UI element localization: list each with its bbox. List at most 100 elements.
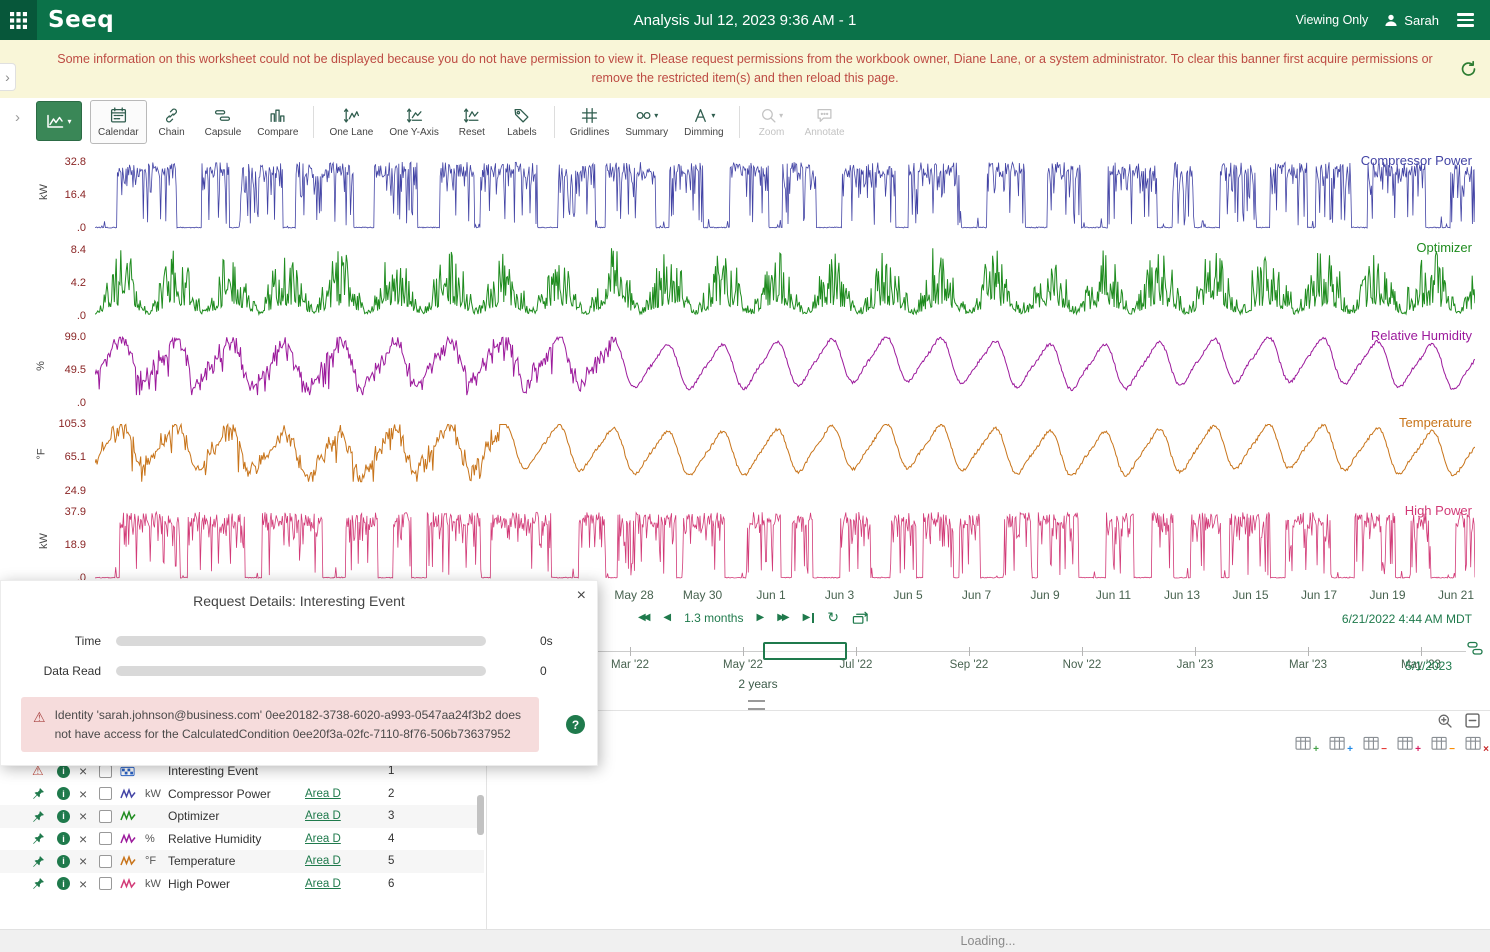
- row-asset-link[interactable]: Area D: [305, 878, 388, 890]
- window-duration-label[interactable]: 1.3 months: [684, 611, 743, 625]
- fast-forward-icon[interactable]: ▶▶: [777, 612, 789, 623]
- toolbar-button-capsule[interactable]: Capsule: [197, 100, 250, 144]
- row-asset-link[interactable]: Area D: [305, 788, 388, 800]
- row-asset-link[interactable]: Area D: [305, 855, 388, 867]
- pin-icon[interactable]: [32, 832, 57, 845]
- row-asset-link[interactable]: Area D: [305, 833, 388, 845]
- pin-icon[interactable]: [32, 810, 57, 823]
- x-axis-label: Jun 13: [1164, 588, 1200, 602]
- close-icon[interactable]: ×: [577, 587, 586, 605]
- toolbar-button-dimming[interactable]: ▾Dimming: [676, 100, 731, 144]
- toolbar-button-calendar[interactable]: Calendar: [90, 100, 147, 144]
- help-icon[interactable]: ?: [566, 715, 585, 734]
- trend-signal-temperature[interactable]: [95, 410, 1475, 497]
- info-icon[interactable]: i: [57, 832, 79, 845]
- toolbar-button-summary[interactable]: ▾Summary: [617, 100, 676, 144]
- row-name[interactable]: Relative Humidity: [168, 832, 305, 846]
- trend-signal-relative-humidity[interactable]: [95, 323, 1475, 410]
- pin-icon[interactable]: [32, 787, 57, 800]
- timeline-selection-handle[interactable]: [763, 642, 847, 660]
- fast-rewind-icon[interactable]: ◀◀: [638, 612, 650, 623]
- app-switcher-button[interactable]: [0, 0, 37, 40]
- user-menu[interactable]: Sarah: [1384, 13, 1439, 28]
- details-scrollbar[interactable]: [477, 795, 484, 835]
- toolbar-separator: [554, 106, 555, 138]
- row-unit: °F: [145, 855, 168, 867]
- trend-view-button[interactable]: ▾: [36, 101, 82, 141]
- toolbar-button-reset[interactable]: Reset: [447, 100, 497, 144]
- capsule-time-icon[interactable]: [1467, 641, 1483, 656]
- skip-to-now-icon[interactable]: ▶: [803, 612, 815, 623]
- panel-resize-grip[interactable]: [748, 700, 765, 710]
- capsule-icon: [214, 107, 231, 124]
- info-icon[interactable]: i: [57, 765, 79, 778]
- info-icon[interactable]: i: [57, 810, 79, 823]
- remove-icon[interactable]: ×: [79, 808, 99, 824]
- viewing-only-status[interactable]: Viewing Only: [1296, 13, 1369, 27]
- step-back-icon[interactable]: ◀: [663, 612, 671, 623]
- row-checkbox[interactable]: [99, 765, 120, 778]
- timeline-label: Mar '22: [611, 659, 649, 671]
- row-checkbox[interactable]: [99, 810, 120, 823]
- duplicate-range-icon[interactable]: [852, 611, 869, 625]
- reload-page-icon[interactable]: [1460, 61, 1477, 78]
- row-checkbox[interactable]: [99, 832, 120, 845]
- table-action-icon-5[interactable]: −: [1431, 736, 1450, 751]
- table-action-icon-2[interactable]: +: [1329, 736, 1348, 751]
- row-name[interactable]: Interesting Event: [168, 764, 305, 778]
- waffle-icon: [10, 12, 27, 29]
- info-icon[interactable]: i: [57, 877, 79, 890]
- table-action-icon-4[interactable]: +: [1397, 736, 1416, 751]
- table-action-icon-1[interactable]: +: [1295, 736, 1314, 751]
- info-icon[interactable]: i: [57, 855, 79, 868]
- row-name[interactable]: Temperature: [168, 854, 305, 868]
- row-name[interactable]: Compressor Power: [168, 787, 305, 801]
- expand-toolbar-chevron[interactable]: ›: [15, 109, 20, 126]
- trend-signal-compressor-power[interactable]: [95, 148, 1475, 235]
- remove-icon[interactable]: ×: [79, 853, 99, 869]
- remove-icon[interactable]: ×: [79, 876, 99, 892]
- info-icon[interactable]: i: [57, 787, 79, 800]
- detail-row-compressor-power: i×kWCompressor PowerArea D2: [0, 783, 484, 806]
- table-action-icon-3[interactable]: −: [1363, 736, 1382, 751]
- y-axis-tick: 16.4: [0, 189, 86, 201]
- y-axis-tick: .0: [0, 397, 86, 409]
- toolbar-button-gridlines[interactable]: Gridlines: [562, 100, 617, 144]
- remove-icon[interactable]: ×: [79, 786, 99, 802]
- toolbar-button-labels[interactable]: Labels: [497, 100, 547, 144]
- trend-signal-optimizer[interactable]: [95, 235, 1475, 322]
- toolbar-button-chain[interactable]: Chain: [147, 100, 197, 144]
- seeq-logo[interactable]: Seeq: [48, 7, 114, 33]
- trend-signal-high-power[interactable]: [95, 498, 1475, 585]
- expand-worksheet-panel-chevron[interactable]: ›: [0, 63, 16, 91]
- toolbar-button-one-y-axis[interactable]: One Y-Axis: [381, 100, 446, 144]
- row-checkbox[interactable]: [99, 787, 120, 800]
- hamburger-menu-icon[interactable]: [1455, 11, 1476, 29]
- toolbar-button-compare[interactable]: Compare: [249, 100, 306, 144]
- auto-update-icon[interactable]: ↻: [827, 609, 839, 626]
- status-bar: Loading...: [0, 929, 1490, 952]
- toolbar-button-label: One Lane: [329, 127, 373, 138]
- labels-icon: [513, 107, 530, 124]
- collapse-panel-icon[interactable]: [1465, 713, 1480, 729]
- pin-icon[interactable]: [32, 855, 57, 868]
- timeline-tick: [1082, 647, 1083, 656]
- x-axis-label: May 28: [614, 588, 653, 602]
- step-forward-icon[interactable]: ▶: [756, 612, 764, 623]
- timeline-tick: [969, 647, 970, 656]
- toolbar-button-one-lane[interactable]: One Lane: [321, 100, 381, 144]
- toolbar-button-label: Capsule: [205, 127, 242, 138]
- row-checkbox[interactable]: [99, 855, 120, 868]
- trend-lane-high-power: kW37.918.9.0High Power: [0, 498, 1490, 585]
- row-checkbox[interactable]: [99, 877, 120, 890]
- pin-icon[interactable]: [32, 877, 57, 890]
- table-action-icon-6[interactable]: ×: [1465, 736, 1484, 751]
- toolbar-button-label: Chain: [159, 127, 185, 138]
- row-name[interactable]: Optimizer: [168, 809, 305, 823]
- remove-icon[interactable]: ×: [79, 831, 99, 847]
- row-asset-link[interactable]: Area D: [305, 810, 388, 822]
- toolbar-button-label: Compare: [257, 127, 298, 138]
- y-axis-tick: 65.1: [0, 451, 86, 463]
- row-name[interactable]: High Power: [168, 877, 305, 891]
- zoom-in-icon[interactable]: [1437, 713, 1453, 729]
